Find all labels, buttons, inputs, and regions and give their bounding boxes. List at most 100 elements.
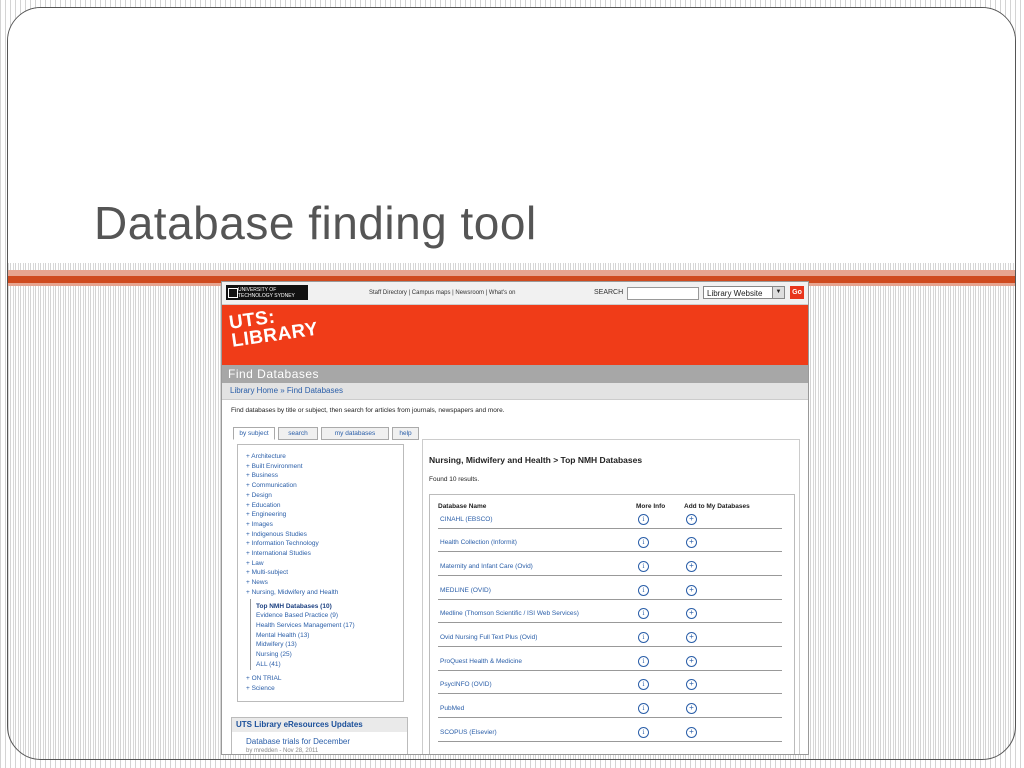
database-link[interactable]: Health Collection (Informit) xyxy=(440,539,517,546)
subcategory-item[interactable]: Mental Health (13) xyxy=(256,632,309,639)
subject-item-nursing[interactable]: + Nursing, Midwifery and Health xyxy=(246,589,338,596)
row-divider xyxy=(438,551,782,552)
info-icon[interactable]: i xyxy=(638,514,649,525)
database-link[interactable]: Ovid Nursing Full Text Plus (Ovid) xyxy=(440,634,537,641)
page-heading-bar: Find Databases xyxy=(222,365,808,383)
uts-library-logo[interactable]: UTS: LIBRARY xyxy=(228,303,320,352)
column-header-add: Add to My Databases xyxy=(684,503,750,510)
row-divider xyxy=(438,528,782,529)
database-link[interactable]: PsycINFO (OVID) xyxy=(440,681,492,688)
database-link[interactable]: Medline (Thomson Scientific / ISI Web Se… xyxy=(440,610,579,617)
plus-circle-icon[interactable]: + xyxy=(686,537,697,548)
row-divider xyxy=(438,646,782,647)
subcategory-item[interactable]: Midwifery (13) xyxy=(256,641,297,648)
plus-circle-icon[interactable]: + xyxy=(686,585,697,596)
row-divider xyxy=(438,622,782,623)
info-icon[interactable]: i xyxy=(638,537,649,548)
chevron-down-icon: ▼ xyxy=(772,287,784,298)
subject-item[interactable]: + Architecture xyxy=(246,453,286,460)
plus-circle-icon[interactable]: + xyxy=(686,561,697,572)
table-row: PsycINFO (OVID) i + xyxy=(430,679,794,704)
plus-circle-icon[interactable]: + xyxy=(686,514,697,525)
subcategory-item-active[interactable]: Top NMH Databases (10) xyxy=(256,603,332,610)
subcategory-item[interactable]: ALL (41) xyxy=(256,661,281,668)
uts-logo-line2: TECHNOLOGY SYDNEY xyxy=(238,293,295,299)
intro-text: Find databases by title or subject, then… xyxy=(231,407,505,414)
results-heading: Nursing, Midwifery and Health > Top NMH … xyxy=(429,455,643,465)
database-link[interactable]: CINAHL (EBSCO) xyxy=(440,516,493,523)
subject-item[interactable]: + Communication xyxy=(246,482,297,489)
plus-circle-icon[interactable]: + xyxy=(686,656,697,667)
plus-circle-icon[interactable]: + xyxy=(686,679,697,690)
search-label: SEARCH xyxy=(594,289,624,296)
updates-panel: UTS Library eResources Updates Database … xyxy=(231,717,408,754)
info-icon[interactable]: i xyxy=(638,679,649,690)
database-link[interactable]: SCOPUS (Elsevier) xyxy=(440,729,497,736)
subject-item[interactable]: + Engineering xyxy=(246,511,286,518)
subject-item[interactable]: + Business xyxy=(246,472,278,479)
updates-item[interactable]: Database trials for December xyxy=(246,737,350,746)
updates-meta: by mredden - Nov 28, 2011 xyxy=(246,748,319,754)
row-divider xyxy=(438,717,782,718)
plus-circle-icon[interactable]: + xyxy=(686,608,697,619)
database-link[interactable]: Maternity and Infant Care (Ovid) xyxy=(440,563,533,570)
database-link[interactable]: ProQuest Health & Medicine xyxy=(440,658,522,665)
subject-item[interactable]: + Images xyxy=(246,521,273,528)
subject-item[interactable]: + Multi-subject xyxy=(246,569,288,576)
column-header-name: Database Name xyxy=(438,503,487,510)
column-header-info: More Info xyxy=(636,503,666,510)
search-scope-select[interactable]: Library Website ▼ xyxy=(703,286,785,299)
breadcrumb: Library Home » Find Databases xyxy=(222,383,808,400)
plus-circle-icon[interactable]: + xyxy=(686,703,697,714)
row-divider xyxy=(438,599,782,600)
search-scope-value: Library Website xyxy=(707,289,763,298)
info-icon[interactable]: i xyxy=(638,561,649,572)
updates-title[interactable]: UTS Library eResources Updates xyxy=(232,718,407,732)
table-row: SCOPUS (Elsevier) i + xyxy=(430,727,794,752)
info-icon[interactable]: i xyxy=(638,727,649,738)
subject-item[interactable]: + Information Technology xyxy=(246,540,319,547)
plus-circle-icon[interactable]: + xyxy=(686,632,697,643)
info-icon[interactable]: i xyxy=(638,632,649,643)
database-link[interactable]: PubMed xyxy=(440,705,464,712)
subject-item[interactable]: + Law xyxy=(246,560,264,567)
plus-circle-icon[interactable]: + xyxy=(686,727,697,738)
subject-item[interactable]: + Built Environment xyxy=(246,463,303,470)
subject-list: + Architecture + Built Environment + Bus… xyxy=(237,444,404,702)
table-row: Maternity and Infant Care (Ovid) i + xyxy=(430,561,794,586)
subcategory-guide-line xyxy=(250,599,251,670)
results-table: Database Name More Info Add to My Databa… xyxy=(429,494,795,754)
info-icon[interactable]: i xyxy=(638,656,649,667)
go-button[interactable]: Go xyxy=(790,286,804,299)
tab-my-databases[interactable]: my databases xyxy=(321,427,389,440)
subject-item[interactable]: + International Studies xyxy=(246,550,311,557)
website-screenshot: UNIVERSITY OF TECHNOLOGY SYDNEY Staff Di… xyxy=(221,281,809,755)
subcategory-item[interactable]: Health Services Management (17) xyxy=(256,622,355,629)
breadcrumb-text[interactable]: Library Home » Find Databases xyxy=(230,386,343,395)
subject-item[interactable]: + Education xyxy=(246,502,281,509)
subcategory-item[interactable]: Nursing (25) xyxy=(256,651,292,658)
library-banner: UTS: LIBRARY xyxy=(222,305,808,365)
subject-item[interactable]: + Design xyxy=(246,492,272,499)
subcategory-item[interactable]: Evidence Based Practice (9) xyxy=(256,612,338,619)
subject-item[interactable]: + ON TRIAL xyxy=(246,675,281,682)
slide-title: Database finding tool xyxy=(94,197,537,249)
subject-item[interactable]: + Indigenous Studies xyxy=(246,531,307,538)
table-row: MEDLINE (OVID) i + xyxy=(430,585,794,610)
subject-item[interactable]: + Science xyxy=(246,685,275,692)
uts-logo[interactable]: UNIVERSITY OF TECHNOLOGY SYDNEY xyxy=(226,285,308,300)
info-icon[interactable]: i xyxy=(638,703,649,714)
info-icon[interactable]: i xyxy=(638,608,649,619)
tab-by-subject[interactable]: by subject xyxy=(233,427,275,440)
search-input[interactable] xyxy=(627,287,699,300)
table-row: PubMed i + xyxy=(430,703,794,728)
top-links[interactable]: Staff Directory | Campus maps | Newsroom… xyxy=(369,290,515,296)
table-row: CINAHL (EBSCO) i + xyxy=(430,514,794,539)
page-title: Find Databases xyxy=(228,367,320,381)
database-link[interactable]: MEDLINE (OVID) xyxy=(440,587,491,594)
uts-logo-icon xyxy=(228,288,238,298)
tab-search[interactable]: search xyxy=(278,427,318,440)
tab-help[interactable]: help xyxy=(392,427,419,440)
subject-item[interactable]: + News xyxy=(246,579,268,586)
info-icon[interactable]: i xyxy=(638,585,649,596)
